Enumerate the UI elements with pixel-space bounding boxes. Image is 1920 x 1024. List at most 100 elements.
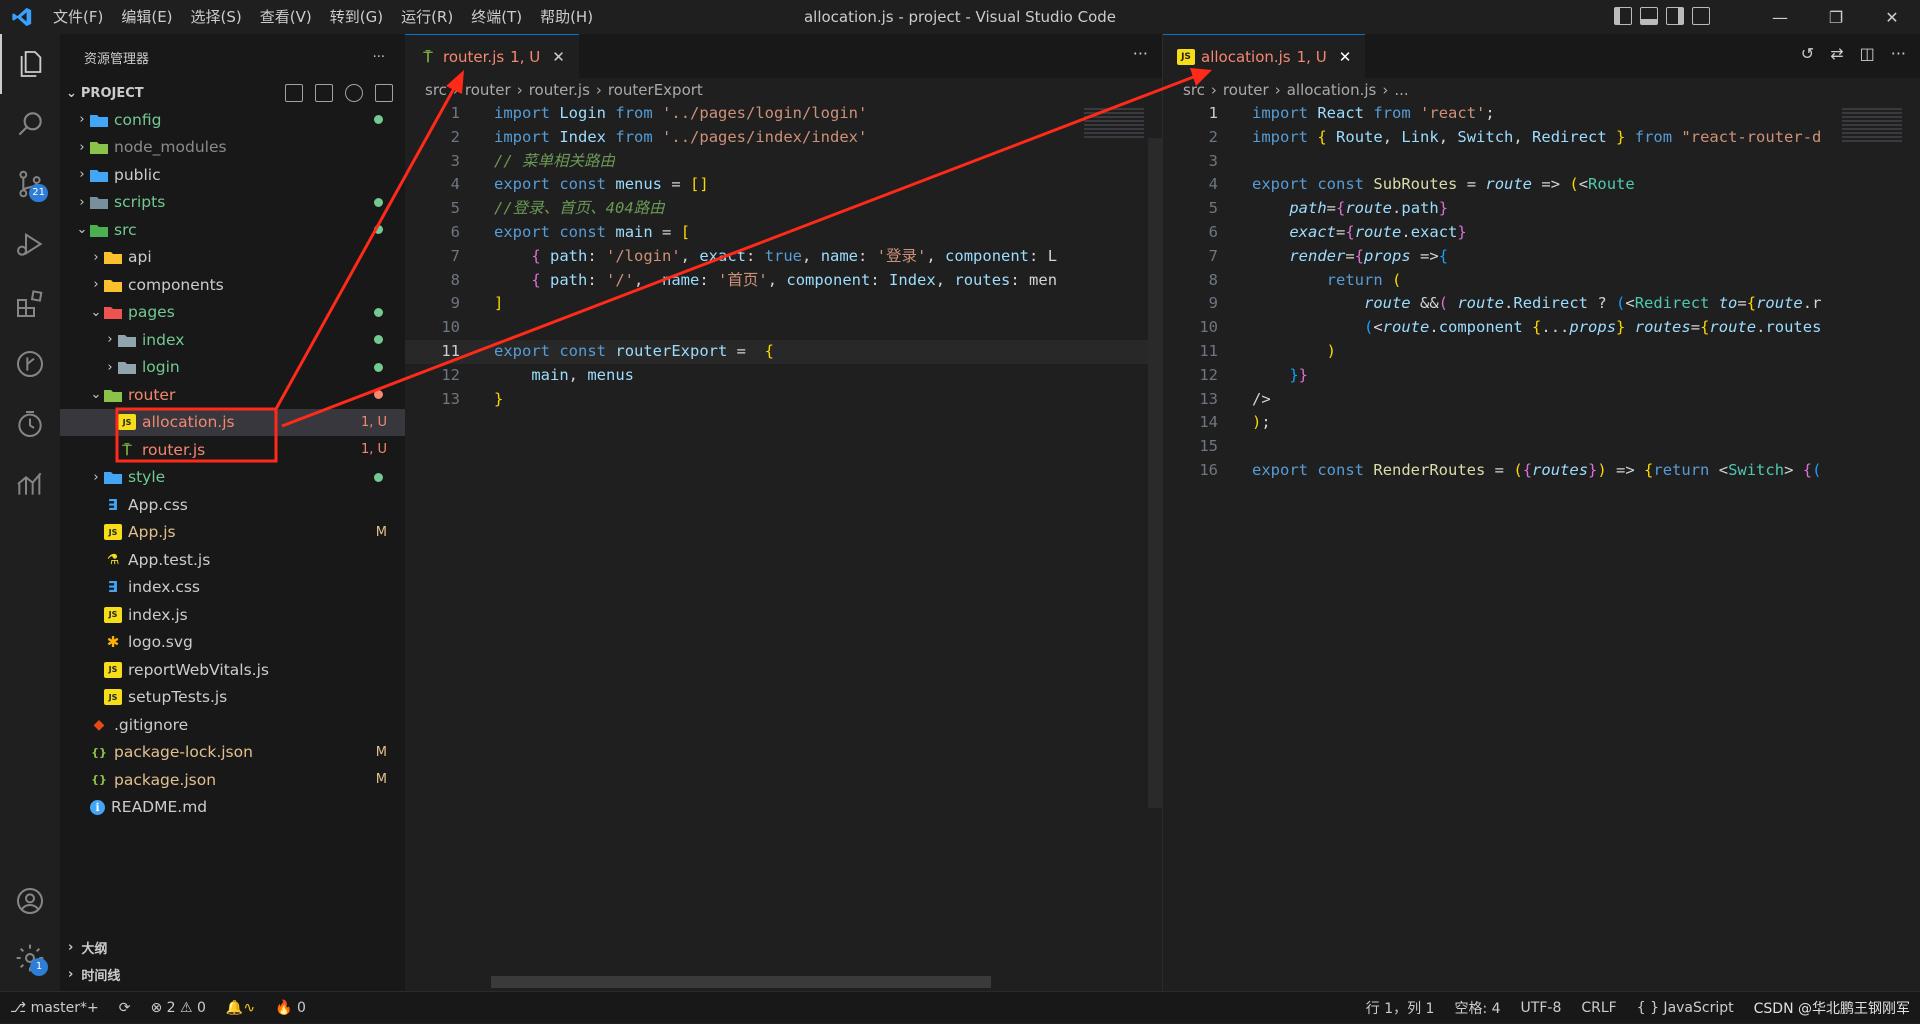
breadcrumb-item[interactable]: allocation.js xyxy=(1287,81,1377,99)
outline-section-header[interactable]: › 大纲 xyxy=(60,934,405,961)
menu-item-6[interactable]: 终端(T) xyxy=(462,0,531,34)
minimap[interactable] xyxy=(1084,108,1144,138)
tree-item[interactable]: ℹ README.md xyxy=(60,794,405,822)
tab-allocation-js[interactable]: JS allocation.js 1, U ✕ xyxy=(1163,34,1366,78)
timeline-history-icon[interactable] xyxy=(0,394,60,454)
breadcrumb-item[interactable]: router xyxy=(1223,81,1269,99)
tree-item[interactable]: › api xyxy=(60,244,405,272)
toggle-panel-icon[interactable] xyxy=(1640,7,1658,25)
breadcrumb-item[interactable]: router xyxy=(465,81,511,99)
menu-item-2[interactable]: 选择(S) xyxy=(182,0,251,34)
minimize-button[interactable]: — xyxy=(1752,0,1808,34)
tree-item[interactable]: › components xyxy=(60,271,405,299)
minimap[interactable] xyxy=(1842,108,1902,142)
breadcrumb-item[interactable]: src xyxy=(425,81,447,99)
customize-layout-icon[interactable] xyxy=(1692,7,1710,25)
refresh-icon[interactable] xyxy=(345,84,363,102)
tree-item[interactable]: › login xyxy=(60,354,405,382)
new-folder-icon[interactable] xyxy=(315,84,333,102)
run-debug-icon[interactable] xyxy=(0,214,60,274)
tree-item[interactable]: JS reportWebVitals.js xyxy=(60,656,405,684)
explorer-more-button[interactable]: ··· xyxy=(373,50,385,65)
tree-item[interactable]: › config xyxy=(60,106,405,134)
close-icon[interactable]: ✕ xyxy=(552,48,565,66)
more-actions-icon[interactable]: ··· xyxy=(1891,44,1906,63)
breadcrumb-item[interactable]: src xyxy=(1183,81,1205,99)
tree-item[interactable]: {} package.json M xyxy=(60,766,405,794)
tree-item[interactable]: JS index.js xyxy=(60,601,405,629)
live-share-icon[interactable]: 🔔∿ xyxy=(216,1000,265,1016)
history-icon[interactable]: ↺ xyxy=(1801,44,1814,63)
breadcrumb-item[interactable]: ... xyxy=(1394,81,1408,99)
language-mode[interactable]: { } JavaScript xyxy=(1627,1000,1744,1016)
tree-item[interactable]: JS setupTests.js xyxy=(60,684,405,712)
analytics-icon[interactable] xyxy=(0,454,60,514)
menu-item-7[interactable]: 帮助(H) xyxy=(531,0,602,34)
new-file-icon[interactable] xyxy=(285,84,303,102)
menu-item-0[interactable]: 文件(F) xyxy=(44,0,112,34)
tree-item[interactable]: JS allocation.js 1, U xyxy=(60,408,405,436)
tree-item[interactable]: ∃ App.css xyxy=(60,491,405,519)
collapse-all-icon[interactable] xyxy=(375,84,393,102)
branch-indicator[interactable]: ⎇ master*+ xyxy=(0,1000,109,1016)
tree-item-label: components xyxy=(128,275,224,294)
split-editor-icon[interactable]: ◫ xyxy=(1860,44,1875,63)
project-section-header[interactable]: ⌄ PROJECT xyxy=(60,80,405,106)
extensions-icon[interactable] xyxy=(0,274,60,334)
close-window-button[interactable]: ✕ xyxy=(1864,0,1920,34)
tree-item[interactable]: ∃ index.css xyxy=(60,574,405,602)
line-number: 8 xyxy=(1208,270,1218,289)
code-editor[interactable]: 1 import Login from '../pages/login/login… xyxy=(405,102,1162,411)
toggle-primary-sidebar-icon[interactable] xyxy=(1614,7,1632,25)
account-icon[interactable] xyxy=(0,871,60,931)
vertical-scrollbar[interactable] xyxy=(1148,138,1162,808)
horizontal-scrollbar[interactable] xyxy=(491,976,991,988)
cursor-position[interactable]: 行 1，列 1 xyxy=(1356,998,1445,1018)
tree-item[interactable]: ⌄ src xyxy=(60,216,405,244)
line-ending[interactable]: CRLF xyxy=(1571,1000,1626,1016)
close-icon[interactable]: ✕ xyxy=(1339,48,1352,66)
tab-router-js[interactable]: ⍑ router.js 1, U ✕ xyxy=(405,34,579,78)
tree-item[interactable]: ⍑ router.js 1, U xyxy=(60,436,405,464)
manage-gear-icon[interactable]: 1 xyxy=(0,928,60,988)
toggle-secondary-sidebar-icon[interactable] xyxy=(1666,7,1684,25)
git-graph-icon[interactable] xyxy=(0,334,60,394)
menu-item-1[interactable]: 编辑(E) xyxy=(112,0,181,34)
sync-icon[interactable]: ⟳ xyxy=(109,1000,141,1016)
tree-item[interactable]: › node_modules xyxy=(60,134,405,162)
tree-item[interactable]: ◆ .gitignore xyxy=(60,711,405,739)
tree-item[interactable]: ✱ logo.svg xyxy=(60,629,405,657)
tree-item[interactable]: › scripts xyxy=(60,189,405,217)
tree-item[interactable]: ⌄ router xyxy=(60,381,405,409)
source-control-icon[interactable]: 21 xyxy=(0,154,60,214)
breadcrumb-item[interactable]: router.js xyxy=(529,81,590,99)
tree-item[interactable]: JS App.js M xyxy=(60,519,405,547)
code-line: 12 }} xyxy=(1163,364,1920,388)
menu-item-4[interactable]: 转到(G) xyxy=(321,0,392,34)
tree-item[interactable]: › public xyxy=(60,161,405,189)
ports-indicator[interactable]: 🔥 0 xyxy=(265,1000,316,1016)
tree-item[interactable]: {} package-lock.json M xyxy=(60,739,405,767)
breadcrumb-item[interactable]: routerExport xyxy=(608,81,703,99)
indentation[interactable]: 空格: 4 xyxy=(1444,998,1510,1018)
more-actions-button[interactable]: ··· xyxy=(1133,44,1148,63)
restore-button[interactable]: ❐ xyxy=(1808,0,1864,34)
line-content: { path: '/login', exact: true, name: '登录… xyxy=(460,245,1057,269)
tree-item[interactable]: ⌄ pages xyxy=(60,299,405,327)
code-line: 3 xyxy=(1163,150,1920,174)
explorer-icon[interactable] xyxy=(0,34,60,94)
encoding[interactable]: UTF-8 xyxy=(1511,1000,1572,1016)
tree-item[interactable]: › index xyxy=(60,326,405,354)
problems-indicator[interactable]: ⊗ 2 ⚠ 0 xyxy=(140,1000,215,1016)
compare-changes-icon[interactable]: ⇄ xyxy=(1830,44,1843,63)
code-editor[interactable]: 1 import React from 'react'; 2 import { Rou… xyxy=(1163,102,1920,483)
tree-item[interactable]: ⚗ App.test.js xyxy=(60,546,405,574)
tree-item[interactable]: › style xyxy=(60,464,405,492)
menu-item-5[interactable]: 运行(R) xyxy=(392,0,462,34)
search-icon[interactable] xyxy=(0,94,60,154)
menu-item-3[interactable]: 查看(V) xyxy=(251,0,321,34)
timeline-section-header[interactable]: › 时间线 xyxy=(60,961,405,988)
js-icon: JS xyxy=(104,661,122,678)
